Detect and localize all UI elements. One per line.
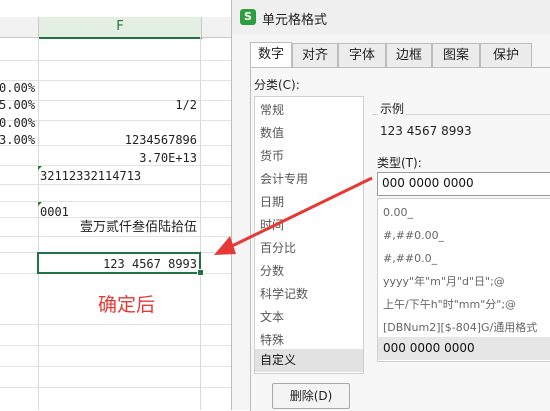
annotation-arrow-icon: [214, 176, 373, 255]
